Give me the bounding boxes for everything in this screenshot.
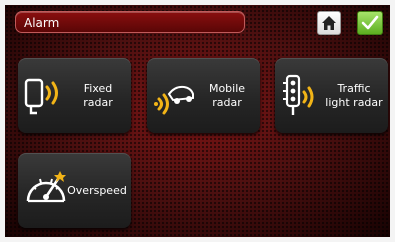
alarm-screen: Alarm Fixed radar Mobile radar Traffic l… <box>5 5 390 237</box>
home-button[interactable] <box>317 11 341 35</box>
fixed-radar-button[interactable]: Fixed radar <box>18 58 131 133</box>
fixed-radar-label: Fixed radar <box>83 81 113 109</box>
traffic-light-radar-label: Traffic light radar <box>325 81 383 109</box>
confirm-button[interactable] <box>357 11 383 35</box>
home-icon <box>322 16 336 30</box>
fixed-radar-icon <box>24 78 58 115</box>
mobile-radar-label: Mobile radar <box>208 81 246 109</box>
traffic-light-radar-button[interactable]: Traffic light radar <box>275 58 388 133</box>
mobile-radar-icon <box>154 85 194 115</box>
page-title: Alarm <box>15 11 245 33</box>
overspeed-button[interactable]: Overspeed <box>18 153 131 228</box>
checkmark-icon <box>361 15 379 30</box>
traffic-light-radar-icon <box>283 74 314 115</box>
mobile-radar-button[interactable]: Mobile radar <box>147 58 260 133</box>
overspeed-label: Overspeed <box>67 183 127 197</box>
speedometer-icon <box>26 171 66 203</box>
